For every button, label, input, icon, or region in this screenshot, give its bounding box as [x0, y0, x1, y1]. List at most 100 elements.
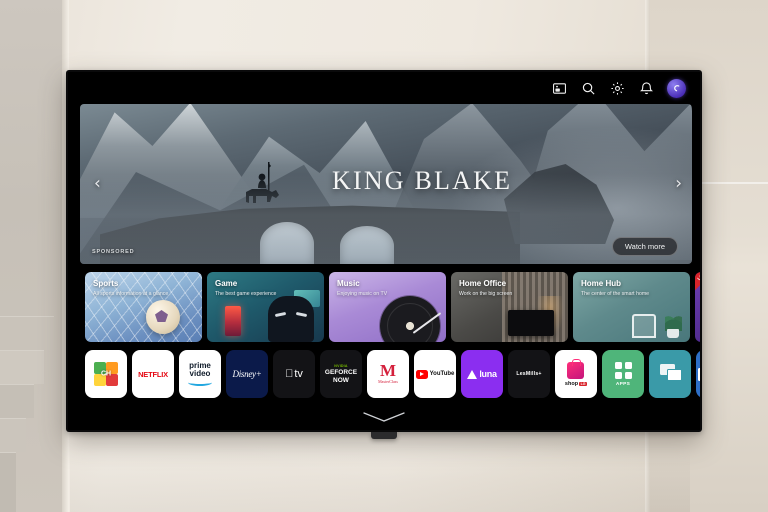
- chair-accent: [295, 311, 308, 318]
- stair-step: [0, 316, 54, 350]
- app-apps-launcher[interactable]: APPS: [602, 350, 644, 398]
- card-subtitle: Work on the big screen: [459, 291, 513, 297]
- app-masterclass[interactable]: M MasterClass: [367, 350, 409, 398]
- stair-step: [0, 418, 26, 452]
- app-label: YouTube: [429, 371, 455, 377]
- app-label-secondary: NOW: [333, 376, 349, 384]
- app-label: luna: [479, 369, 497, 379]
- app-label: MasterClass: [378, 379, 398, 385]
- app-lg-channels[interactable]: CH: [85, 350, 127, 398]
- app-netflix[interactable]: NETFLIX: [132, 350, 174, 398]
- category-card-row: Sports All sports information at a glanc…: [85, 272, 700, 342]
- watch-more-button[interactable]: Watch more: [611, 237, 678, 256]
- grid-cell: [624, 371, 632, 379]
- luna-triangle-icon: [467, 369, 478, 379]
- card-home-office[interactable]: Home Office Work on the big screen: [451, 272, 568, 342]
- app-label-wrap: shop LG: [564, 380, 588, 387]
- app-prime-video[interactable]: prime video: [179, 350, 221, 398]
- card-subtitle: The best game experience: [215, 291, 277, 297]
- tv-screen: ‹ › KING BLAKE SPONSORED Watch more Spor…: [68, 72, 700, 430]
- app-label-secondary: video: [189, 369, 211, 378]
- app-label: Disney+: [232, 369, 262, 379]
- app-label: NETFLIX: [138, 369, 168, 379]
- expand-chevron-down-icon[interactable]: [361, 410, 407, 424]
- app-shop-lg[interactable]: shop LG: [555, 350, 597, 398]
- gaming-chair-shape: [268, 296, 314, 342]
- card-subtitle: The center of the smart home: [581, 291, 650, 297]
- app-youtube[interactable]: YouTube: [414, 350, 456, 398]
- tv-bezel-nub: [371, 432, 397, 439]
- lg-channels-icon: CH: [94, 362, 118, 386]
- top-bar: [68, 72, 700, 104]
- youtube-icon: YouTube: [415, 369, 455, 379]
- app-launcher-row: CH NETFLIX prime video Disney+  tv: [85, 350, 700, 398]
- app-brand: NVIDIA: [334, 364, 348, 369]
- grid-cell: [624, 361, 632, 369]
- bell-icon[interactable]: [638, 80, 654, 96]
- stair-step: [0, 452, 16, 512]
- app-mark: M: [379, 360, 397, 380]
- card-music[interactable]: Music Enjoying music on TV: [329, 272, 446, 342]
- card-title: Game: [215, 279, 238, 288]
- card-sports[interactable]: Sports All sports information at a glanc…: [85, 272, 202, 342]
- floor-shadow: [70, 442, 690, 512]
- app-lesmills-plus[interactable]: LesMills+: [508, 350, 550, 398]
- amazon-smile-icon: [188, 379, 212, 386]
- app-label: LesMills+: [516, 371, 542, 377]
- apple-tv-icon:  tv: [285, 368, 303, 380]
- app-screen-share[interactable]: [649, 350, 691, 398]
- masterclass-icon: M MasterClass: [378, 360, 398, 385]
- app-tag: LG: [579, 381, 588, 386]
- stair-step: [0, 384, 34, 418]
- app-apple-tv[interactable]:  tv: [273, 350, 315, 398]
- card-title: Home Hub: [581, 279, 621, 288]
- app-label: CH: [100, 370, 112, 378]
- app-disney-plus[interactable]: Disney+: [226, 350, 268, 398]
- chair-accent: [274, 311, 287, 318]
- soccer-ball-icon: [146, 300, 180, 334]
- search-icon[interactable]: [580, 80, 596, 96]
- hero-banner[interactable]: ‹ › KING BLAKE SPONSORED Watch more: [80, 104, 692, 264]
- play-button-icon: [415, 369, 428, 379]
- app-label: tv: [290, 368, 303, 380]
- grid-icon: [614, 361, 632, 379]
- hero-next-arrow[interactable]: ›: [675, 175, 682, 193]
- card-game[interactable]: Game The best game experience: [207, 272, 324, 342]
- card-subtitle: Enjoying music on TV: [337, 291, 388, 297]
- app-label: APPS: [615, 381, 631, 387]
- apple-logo-icon: : [285, 368, 293, 380]
- sponsored-label: SPONSORED: [92, 249, 135, 255]
- gear-icon[interactable]: [609, 80, 625, 96]
- app-label: GEFORCE: [324, 369, 358, 377]
- television-frame: ‹ › KING BLAKE SPONSORED Watch more Spor…: [66, 70, 702, 432]
- live-badge: LIVE: [695, 272, 700, 292]
- card-title: Home Office: [459, 279, 507, 288]
- plant-shape: [664, 312, 682, 338]
- card-live-partial[interactable]: LIVE L 2: [695, 272, 700, 342]
- shopping-bag-icon: [567, 358, 585, 379]
- geforce-now-icon: NVIDIA GEFORCE NOW: [325, 364, 357, 384]
- grid-cell: [614, 371, 622, 379]
- chair-shape: [632, 314, 656, 338]
- app-geforce-now[interactable]: NVIDIA GEFORCE NOW: [320, 350, 362, 398]
- stair-step: [0, 350, 44, 384]
- app-amazon-luna[interactable]: luna: [461, 350, 503, 398]
- shop-icon: shop LG: [564, 358, 588, 387]
- profile-avatar-icon[interactable]: [667, 78, 686, 98]
- play-triangle: [420, 372, 425, 376]
- app-partial[interactable]: [696, 350, 700, 398]
- media-input-icon[interactable]: [551, 80, 567, 96]
- card-home-hub[interactable]: Home Hub The center of the smart home: [573, 272, 690, 342]
- card-title: Sports: [93, 279, 119, 288]
- card-title: Music: [337, 279, 360, 288]
- card-subtitle: All sports information at a glance: [93, 291, 169, 297]
- monitor-shape: [508, 310, 554, 336]
- hero-title: KING BLAKE: [332, 166, 513, 195]
- luna-icon: luna: [467, 369, 497, 379]
- partial-icon: [698, 367, 700, 381]
- hero-prev-arrow[interactable]: ‹: [94, 175, 101, 193]
- screen-share-icon-front: [667, 369, 682, 381]
- app-label: shop: [564, 380, 579, 387]
- plant-pot: [667, 329, 679, 338]
- staircase: [0, 0, 66, 512]
